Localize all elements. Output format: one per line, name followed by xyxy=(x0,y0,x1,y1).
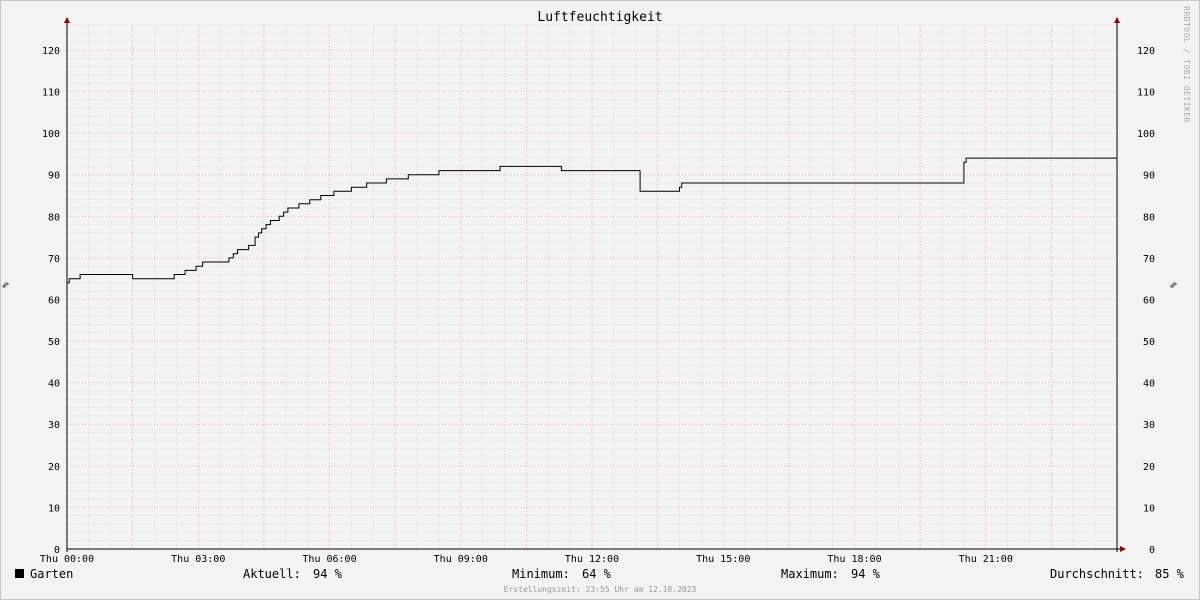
y-tick-label-left: 120 xyxy=(42,46,60,57)
y-tick-label-right: 40 xyxy=(1143,379,1155,390)
y-tick-label-left: 10 xyxy=(48,503,60,514)
legend-min-label: Minimum: xyxy=(512,567,570,581)
creation-time: Erstellungszeit: 23:55 Uhr am 12.10.2023 xyxy=(503,585,697,594)
y-tick-label-left: 100 xyxy=(42,129,60,140)
x-tick-label: Thu 09:00 xyxy=(434,554,488,565)
x-tick-label: Thu 00:00 xyxy=(40,554,94,565)
y-tick-label-right: 90 xyxy=(1143,171,1155,182)
y-tick-label-right: 100 xyxy=(1137,129,1155,140)
y-tick-label-left: 80 xyxy=(48,212,60,223)
legend: Garten Aktuell: 94 % Minimum: 64 % Maxim… xyxy=(0,567,1200,583)
y-tick-label-left: 50 xyxy=(48,337,60,348)
legend-max-value: 94 % xyxy=(851,567,880,581)
y-tick-label-left: 70 xyxy=(48,254,60,265)
plot-area: 0 010 1020 2030 3040 4050 5060 6070 7080 8090 9010… xyxy=(40,17,1155,565)
y-tick-label-left: 110 xyxy=(42,88,60,99)
y-tick-label-right: 70 xyxy=(1143,254,1155,265)
x-axis-arrow xyxy=(1120,546,1126,552)
y-tick-label-right: 50 xyxy=(1143,337,1155,348)
y-tick-label-right: 0 xyxy=(1149,545,1155,556)
axes xyxy=(64,17,1126,552)
x-tick-label: Thu 18:00 xyxy=(827,554,881,565)
y-axis-arrow-left xyxy=(64,17,70,23)
chart-window: Luftfeuchtigkeit RRDTOOL / TOBI OETIKER … xyxy=(0,0,1200,600)
legend-avg-label: Durchschnitt: xyxy=(1050,567,1144,581)
y-tick-label-right: 60 xyxy=(1143,295,1155,306)
legend-max-label: Maximum: xyxy=(781,567,839,581)
y-tick-label-right: 20 xyxy=(1143,462,1155,473)
y-tick-label-left: 40 xyxy=(48,379,60,390)
y-tick-labels: 0 010 1020 2030 3040 4050 5060 6070 7080 8090 9010… xyxy=(42,46,1155,556)
y-tick-label-right: 110 xyxy=(1137,88,1155,99)
y-tick-label-right: 10 xyxy=(1143,503,1155,514)
legend-current-value: 94 % xyxy=(313,567,342,581)
x-tick-label: Thu 06:00 xyxy=(302,554,356,565)
x-tick-label: Thu 15:00 xyxy=(696,554,750,565)
y-axis-arrow-right xyxy=(1114,17,1120,23)
legend-min-value: 64 % xyxy=(582,567,611,581)
y-tick-label-right: 30 xyxy=(1143,420,1155,431)
x-tick-label: Thu 12:00 xyxy=(565,554,619,565)
y-tick-label-left: 60 xyxy=(48,295,60,306)
x-tick-label: Thu 03:00 xyxy=(171,554,225,565)
grid-major xyxy=(67,25,1117,549)
legend-current-label: Aktuell: xyxy=(243,567,301,581)
y-tick-label-left: 20 xyxy=(48,462,60,473)
x-tick-label: Thu 21:00 xyxy=(959,554,1013,565)
x-tick-labels: Thu 00:00 Thu 03:00 Thu 06:00 Thu 09:00 Thu … xyxy=(40,554,1013,565)
y-tick-label-left: 30 xyxy=(48,420,60,431)
legend-swatch-garten xyxy=(15,569,24,578)
legend-series-name: Garten xyxy=(30,567,74,581)
y-tick-label-left: 90 xyxy=(48,171,60,182)
legend-avg-value: 85 % xyxy=(1155,567,1184,581)
y-tick-label-right: 120 xyxy=(1137,46,1155,57)
y-tick-label-right: 80 xyxy=(1143,212,1155,223)
